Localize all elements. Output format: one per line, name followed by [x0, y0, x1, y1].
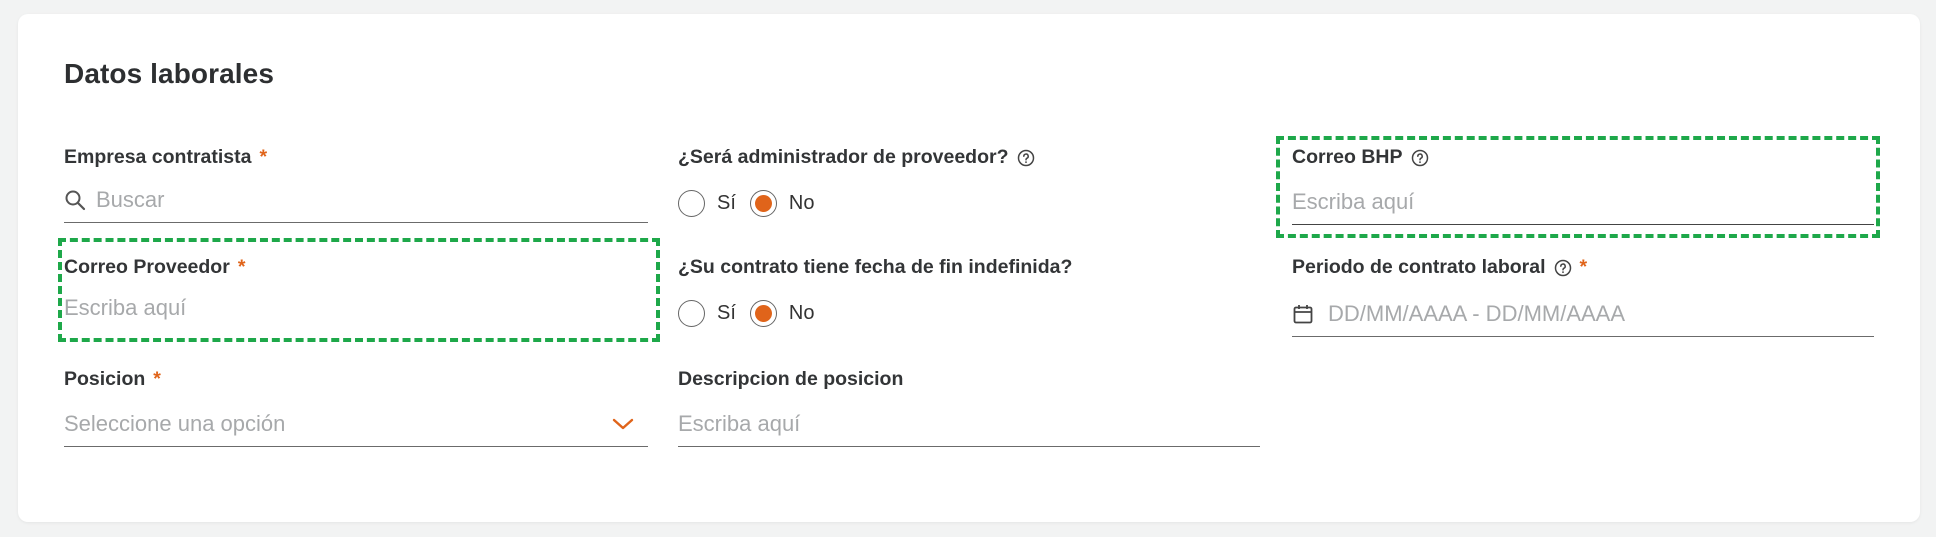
fecha-fin-field: ¿Su contrato tiene fecha de fin indefini… — [678, 256, 1238, 336]
required-marker: * — [1579, 256, 1588, 278]
administrador-field: ¿Será administrador de proveedor? Sí No — [678, 146, 1238, 226]
correo-bhp-highlight — [1276, 136, 1880, 238]
posicion-label-text: Posicion — [64, 368, 146, 390]
descripcion-label: Descripcion de posicion — [678, 368, 903, 391]
empresa-contratista-label-text: Empresa contratista — [64, 146, 252, 168]
descripcion-placeholder: Escriba aquí — [678, 411, 801, 436]
administrador-label: ¿Será administrador de proveedor? — [678, 146, 1035, 169]
empresa-search-placeholder: Buscar — [96, 187, 165, 212]
fecha-fin-option-no-label: No — [788, 302, 815, 324]
correo-proveedor-highlight — [58, 238, 660, 342]
posicion-field: Posicion * Seleccione una opción — [64, 368, 648, 456]
empresa-search-input[interactable]: Buscar — [64, 178, 648, 223]
periodo-placeholder: DD/MM/AAAA - DD/MM/AAAA — [1328, 301, 1626, 326]
posicion-placeholder: Seleccione una opción — [64, 411, 286, 436]
radio-selected-dot — [754, 195, 772, 212]
administrador-option-si-label: Sí — [717, 192, 736, 214]
calendar-icon[interactable] — [1292, 303, 1314, 325]
descripcion-field: Descripcion de posicion Escriba aquí — [678, 368, 1260, 456]
fecha-fin-radio-group: Sí No — [678, 300, 828, 327]
periodo-date-range-input[interactable]: DD/MM/AAAA - DD/MM/AAAA — [1292, 292, 1874, 337]
fecha-fin-option-si-label: Sí — [717, 302, 736, 324]
search-icon — [64, 189, 86, 211]
help-circle-icon[interactable] — [1017, 149, 1035, 167]
periodo-field: Periodo de contrato laboral * DD/MM/AAAA… — [1292, 256, 1874, 346]
administrador-option-no-label: No — [788, 192, 815, 214]
section-title: Datos laborales — [64, 58, 275, 89]
posicion-label: Posicion * — [64, 368, 161, 391]
required-marker: * — [259, 146, 268, 168]
administrador-radio-group: Sí No — [678, 190, 828, 217]
radio-selected-dot — [754, 305, 772, 322]
posicion-select[interactable]: Seleccione una opción — [64, 402, 648, 447]
administrador-radio-si[interactable] — [678, 190, 705, 217]
empresa-contratista-label: Empresa contratista * — [64, 146, 267, 169]
periodo-label: Periodo de contrato laboral * — [1292, 256, 1587, 279]
empresa-contratista-field: Empresa contratista * Buscar — [64, 146, 648, 234]
periodo-label-text: Periodo de contrato laboral — [1292, 256, 1546, 278]
administrador-radio-no[interactable] — [749, 190, 777, 217]
fecha-fin-label-text: ¿Su contrato tiene fecha de fin indefini… — [678, 256, 1073, 278]
fecha-fin-radio-no[interactable] — [749, 300, 777, 327]
administrador-label-text: ¿Será administrador de proveedor? — [678, 146, 1009, 168]
chevron-down-icon[interactable] — [612, 417, 634, 431]
fecha-fin-radio-si[interactable] — [678, 300, 705, 327]
required-marker: * — [153, 368, 161, 390]
descripcion-label-text: Descripcion de posicion — [678, 368, 904, 390]
fecha-fin-label: ¿Su contrato tiene fecha de fin indefini… — [678, 256, 1072, 279]
help-circle-icon[interactable] — [1554, 259, 1572, 277]
descripcion-input[interactable]: Escriba aquí — [678, 402, 1260, 447]
